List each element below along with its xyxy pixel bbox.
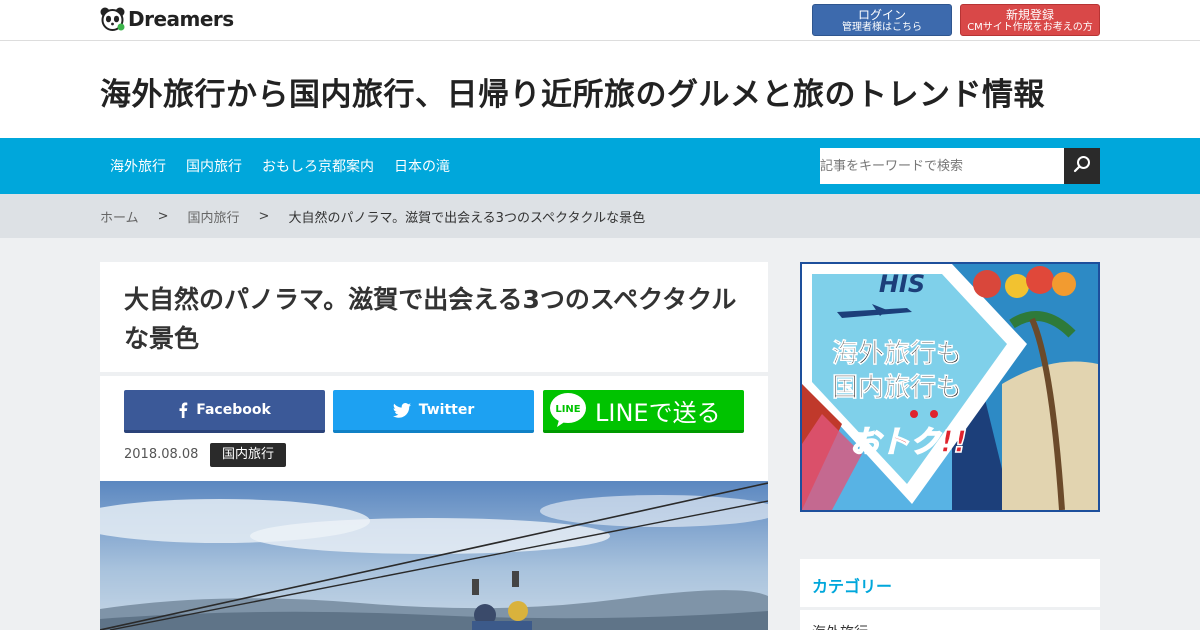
site-logo[interactable]: Dreamers (100, 7, 234, 31)
search-button[interactable] (1064, 148, 1100, 184)
facebook-label: Facebook (196, 402, 271, 418)
login-button[interactable]: ログイン 管理者様はこちら (812, 4, 952, 36)
breadcrumb-bar: ホーム > 国内旅行 > 大自然のパノラマ。滋賀で出会える3つのスペクタクルな景… (0, 194, 1200, 238)
site-header: 海外旅行から国内旅行、日帰り近所旅のグルメと旅のトレンド情報 (0, 41, 1200, 138)
article-meta-card: Facebook Twitter LINE LINEで送る 2018.08.08… (100, 376, 768, 630)
panda-logo-icon (100, 7, 125, 31)
signup-sub-label: CMサイト作成をお考えの方 (967, 22, 1093, 33)
ad-line-1: 海外旅行も (832, 338, 962, 369)
nav-item-domestic[interactable]: 国内旅行 (176, 156, 252, 176)
breadcrumb-separator: > (258, 208, 270, 224)
his-brand-text: HIS (879, 270, 925, 298)
nav-item-overseas[interactable]: 海外旅行 (100, 156, 176, 176)
ad-line-3: おトク!! (850, 425, 967, 460)
search-input[interactable] (820, 148, 1064, 184)
facebook-share-button[interactable]: Facebook (124, 390, 325, 433)
nav-item-waterfalls[interactable]: 日本の滝 (384, 156, 460, 176)
site-title[interactable]: 海外旅行から国内旅行、日帰り近所旅のグルメと旅のトレンド情報 (100, 69, 1045, 114)
twitter-label: Twitter (418, 402, 475, 418)
twitter-share-button[interactable]: Twitter (333, 390, 534, 433)
line-logo-text: LINE (555, 404, 580, 415)
facebook-icon (178, 402, 188, 418)
login-sub-label: 管理者様はこちら (842, 22, 922, 33)
logo-text: Dreamers (128, 7, 234, 31)
article-title-card: 大自然のパノラマ。滋賀で出会える3つのスペクタクルな景色 (100, 262, 768, 372)
line-share-button[interactable]: LINE LINEで送る (543, 390, 744, 433)
twitter-bird-icon (392, 402, 411, 418)
sidebar-category-title: カテゴリー (812, 577, 893, 596)
search-icon (1073, 155, 1091, 177)
breadcrumb-current: 大自然のパノラマ。滋賀で出会える3つのスペクタクルな景色 (288, 210, 646, 226)
login-label: ログイン (857, 8, 906, 22)
signup-button[interactable]: 新規登録 CMサイト作成をお考えの方 (960, 4, 1100, 36)
article-title: 大自然のパノラマ。滋賀で出会える3つのスペクタクルな景色 (124, 285, 737, 353)
search-form (820, 148, 1100, 184)
publish-date: 2018.08.08 (124, 447, 199, 462)
global-nav: 海外旅行 国内旅行 おもしろ京都案内 日本の滝 (0, 138, 1200, 194)
breadcrumb-category[interactable]: 国内旅行 (188, 207, 240, 226)
line-logo-icon: LINE (549, 392, 587, 428)
breadcrumb-separator: > (157, 208, 169, 224)
breadcrumb: ホーム > 国内旅行 > 大自然のパノラマ。滋賀で出会える3つのスペクタクルな景… (100, 194, 645, 238)
top-bar: Dreamers ログイン 管理者様はこちら 新規登録 CMサイト作成をお考えの… (0, 0, 1200, 41)
signup-label: 新規登録 (1005, 8, 1054, 22)
nav-item-kyoto[interactable]: おもしろ京都案内 (252, 156, 384, 176)
hero-image-zipline (100, 481, 768, 630)
breadcrumb-home[interactable]: ホーム (100, 207, 139, 226)
line-label: LINEで送る (595, 398, 721, 427)
sidebar-item-overseas[interactable]: 海外旅行 (800, 610, 1100, 630)
sidebar-category-header: カテゴリー (800, 559, 1100, 607)
category-badge[interactable]: 国内旅行 (210, 443, 287, 467)
ad-line-2: 国内旅行も (832, 372, 962, 403)
his-travel-ad-banner[interactable]: HIS 海外旅行も 国内旅行も おトク!! (800, 262, 1100, 512)
sidebar-item-label: 海外旅行 (812, 622, 868, 630)
